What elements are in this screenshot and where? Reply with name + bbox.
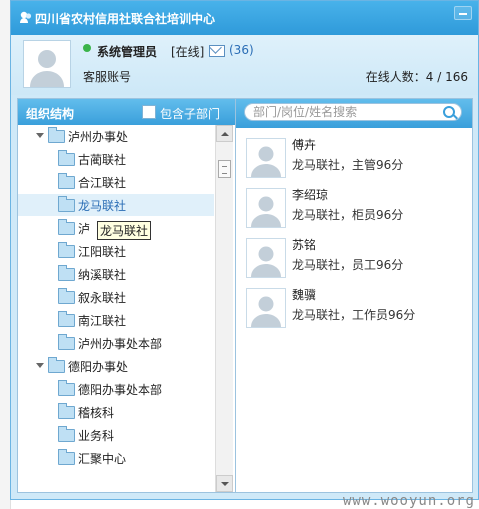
tree-node-label: 龙马联社	[78, 199, 127, 213]
online-count-label: 在线人数：	[365, 70, 426, 84]
tree-node-label: 泸州办事处	[68, 130, 129, 144]
online-status-icon	[83, 44, 91, 52]
minimize-button[interactable]	[454, 6, 472, 20]
tree-node-label: 纳溪联社	[78, 268, 127, 282]
tree-node[interactable]: 汇聚中心	[18, 447, 214, 469]
watermark-text: www.wooyun.org	[342, 493, 475, 509]
contact-description: 龙马联社，柜员96分	[292, 208, 404, 222]
tree-node-label: 汇聚中心	[78, 452, 127, 466]
search-input[interactable]	[244, 103, 462, 121]
tree-node[interactable]: 江阳联社	[18, 240, 214, 262]
user-name: 系统管理员	[97, 45, 158, 59]
user-info-panel: 系统管理员 [在线] (36) 客服账号 在线人数：4 / 166	[11, 35, 478, 95]
tree-node[interactable]: 叙永联社	[18, 286, 214, 308]
org-panel-header: 组织结构 包含子部门	[18, 99, 236, 125]
expand-arrow-icon[interactable]	[36, 133, 44, 138]
contact-item[interactable]: 苏铭 龙马联社，员工96分	[236, 232, 466, 280]
tree-node[interactable]: 泸州办事处本部	[18, 332, 214, 354]
tree-node-label: 叙永联社	[78, 291, 127, 305]
tree-node-label: 德阳办事处本部	[78, 383, 163, 397]
contact-description: 龙马联社，员工96分	[292, 258, 404, 272]
tree-node-label: 稽核科	[78, 406, 115, 420]
tree-node[interactable]: 泸州办事处	[18, 125, 214, 147]
user-avatar[interactable]	[23, 40, 71, 88]
folder-icon	[58, 150, 75, 166]
mail-icon[interactable]	[209, 45, 225, 57]
account-label: 客服账号	[83, 70, 132, 84]
avatar-silhouette-icon	[247, 289, 285, 327]
contact-item[interactable]: 李绍琼 龙马联社，柜员96分	[236, 182, 466, 230]
folder-icon	[58, 334, 75, 350]
contact-avatar[interactable]	[246, 288, 286, 328]
tree-node[interactable]: 纳溪联社	[18, 263, 214, 285]
folder-icon	[58, 196, 75, 212]
avatar-silhouette-icon	[24, 41, 70, 87]
title-bar: 四川省农村信用社联合社培训中心	[11, 1, 478, 35]
folder-icon	[58, 403, 75, 419]
tree-node-label: 古蔺联社	[78, 153, 127, 167]
tree-node[interactable]: 德阳办事处	[18, 355, 214, 377]
contact-name: 李绍琼	[292, 188, 329, 202]
contact-name: 苏铭	[292, 238, 317, 252]
tree-node[interactable]: 南江联社	[18, 309, 214, 331]
contact-avatar[interactable]	[246, 188, 286, 228]
scroll-thumb[interactable]	[218, 160, 231, 178]
contact-description: 龙马联社，工作员96分	[292, 308, 416, 322]
folder-icon	[58, 173, 75, 189]
avatar-silhouette-icon	[247, 189, 285, 227]
tree-node[interactable]: 合江联社	[18, 171, 214, 193]
folder-icon	[58, 380, 75, 396]
folder-icon	[58, 288, 75, 304]
contact-item[interactable]: 魏骥 龙马联社，工作员96分	[236, 282, 466, 330]
window-title: 四川省农村信用社联合社培训中心	[35, 12, 216, 26]
contact-avatar[interactable]	[246, 238, 286, 278]
tree-node-label: 德阳办事处	[68, 360, 129, 374]
org-panel-title: 组织结构	[26, 107, 75, 121]
folder-icon	[58, 265, 75, 281]
contact-name: 魏骥	[292, 288, 317, 302]
chat-client-window: 四川省农村信用社联合社培训中心 系统管理员 [在线] (36) 客服账号 在线人…	[10, 0, 479, 500]
tree-node-label: 业务科	[78, 429, 115, 443]
tree-node-label: 合江联社	[78, 176, 127, 190]
online-count-value: 4 / 166	[425, 70, 468, 84]
tree-node-label: 泸	[78, 222, 91, 236]
tree-node-label: 南江联社	[78, 314, 127, 328]
contact-avatar[interactable]	[246, 138, 286, 178]
app-logo-icon	[20, 11, 32, 23]
tree-node[interactable]: 稽核科	[18, 401, 214, 423]
folder-icon	[58, 242, 75, 258]
org-structure-panel: 组织结构 包含子部门 泸州办事处 古蔺联社 合江联社 龙马联社 泸 江阳联社 纳…	[17, 98, 237, 493]
avatar-silhouette-icon	[247, 139, 285, 177]
tree-node[interactable]: 德阳办事处本部	[18, 378, 214, 400]
include-subdepartments-label: 包含子部门	[160, 107, 221, 121]
user-status: [在线]	[171, 45, 205, 59]
folder-icon	[48, 127, 65, 143]
org-tree: 泸州办事处 古蔺联社 合江联社 龙马联社 泸 江阳联社 纳溪联社 叙永联社 南江…	[18, 125, 214, 492]
tree-node-selected[interactable]: 龙马联社	[18, 194, 214, 216]
contact-description: 龙马联社，主管96分	[292, 158, 404, 172]
avatar-silhouette-icon	[247, 239, 285, 277]
search-icon[interactable]	[443, 106, 455, 118]
tree-node-tooltip: 龙马联社	[97, 221, 152, 240]
folder-icon	[58, 449, 75, 465]
scroll-up-icon[interactable]	[216, 125, 233, 142]
include-subdepartments-checkbox[interactable]	[142, 105, 156, 119]
tree-node-label: 泸州办事处本部	[78, 337, 163, 351]
contact-item[interactable]: 傅卉 龙马联社，主管96分	[236, 132, 466, 180]
folder-icon	[58, 311, 75, 327]
expand-arrow-icon[interactable]	[36, 363, 44, 368]
contacts-panel: 傅卉 龙马联社，主管96分 李绍琼 龙马联社，柜员96分 苏铭 龙马联社，员工9…	[235, 98, 473, 493]
contacts-search-bar	[236, 99, 472, 128]
tree-node-label: 江阳联社	[78, 245, 127, 259]
scroll-down-icon[interactable]	[216, 475, 233, 492]
contact-name: 傅卉	[292, 138, 317, 152]
folder-icon	[48, 357, 65, 373]
mail-count[interactable]: (36)	[229, 43, 254, 57]
folder-icon	[58, 219, 75, 235]
online-count: 在线人数：4 / 166	[366, 68, 468, 85]
tree-node[interactable]: 业务科	[18, 424, 214, 446]
org-tree-scrollbar[interactable]	[215, 125, 233, 492]
tree-node[interactable]: 古蔺联社	[18, 148, 214, 170]
folder-icon	[58, 426, 75, 442]
